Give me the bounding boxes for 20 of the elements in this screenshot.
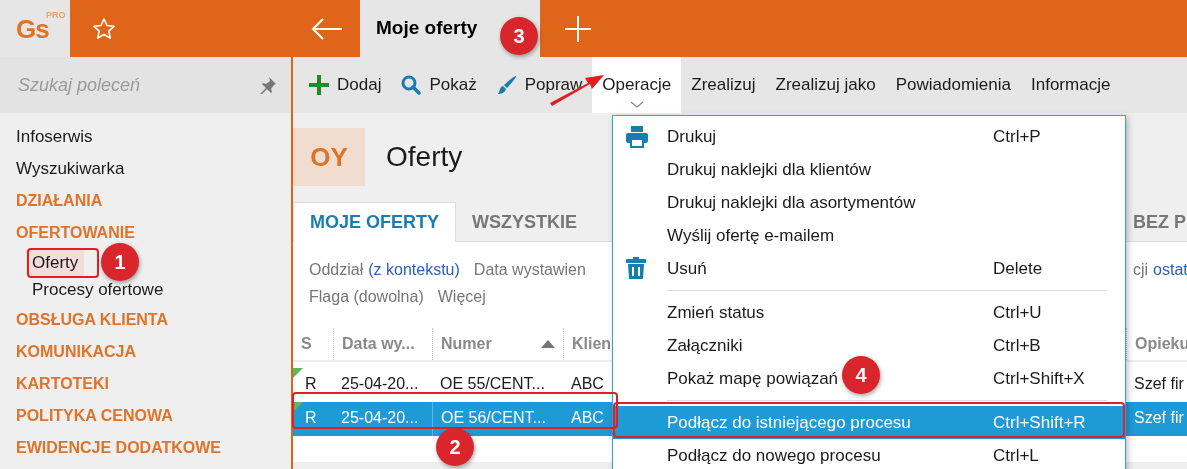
table-cell-text: ABC — [570, 374, 605, 394]
table-cell-text: ABC — [570, 408, 605, 428]
shortcut-label: Ctrl+U — [993, 301, 1042, 324]
shortcut-label: Ctrl+P — [993, 125, 1041, 148]
pro-label: PRO — [46, 9, 66, 20]
shortcut-label: Delete — [993, 257, 1043, 280]
shortcut-label: Ctrl+Shift+X — [993, 367, 1085, 390]
table-cell-text: 25-04-20... — [340, 374, 420, 394]
module-code: OY — [293, 128, 365, 186]
table-cell-text: 25-04-20... — [340, 408, 420, 428]
table-cell-text: Szef fir — [1133, 408, 1185, 428]
table-cell-text: R — [305, 408, 318, 428]
table-cell-text: Szef fir — [1133, 374, 1185, 394]
table-cell-text: R — [305, 374, 318, 394]
shortcut-label: Ctrl+B — [993, 334, 1041, 357]
table-cell-text: OE 55/CENT... — [439, 374, 546, 394]
page-title: Oferty — [386, 140, 463, 174]
shortcut-label: Ctrl+Shift+R — [993, 411, 1086, 434]
callout-number: 1 — [101, 243, 139, 281]
shortcut-label: Ctrl+L — [993, 444, 1039, 467]
